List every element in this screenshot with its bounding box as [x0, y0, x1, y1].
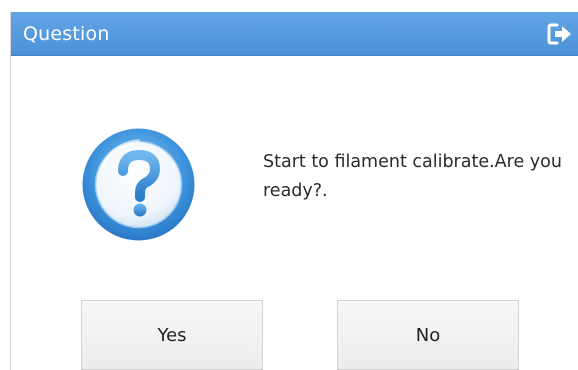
yes-button-label: Yes — [157, 324, 187, 346]
dialog-message: Start to filament calibrate.Are you read… — [263, 152, 562, 201]
exit-icon[interactable] — [545, 21, 575, 47]
no-button-label: No — [415, 324, 441, 346]
question-mark-icon — [81, 127, 196, 242]
yes-button[interactable]: Yes — [81, 300, 263, 370]
question-dialog: Question Start to filament calibrate.Are… — [10, 12, 578, 370]
dialog-title: Question — [23, 23, 110, 45]
no-button[interactable]: No — [337, 300, 519, 370]
dialog-body: Start to filament calibrate.Are you read… — [11, 56, 578, 370]
title-bar: Question — [11, 12, 578, 56]
